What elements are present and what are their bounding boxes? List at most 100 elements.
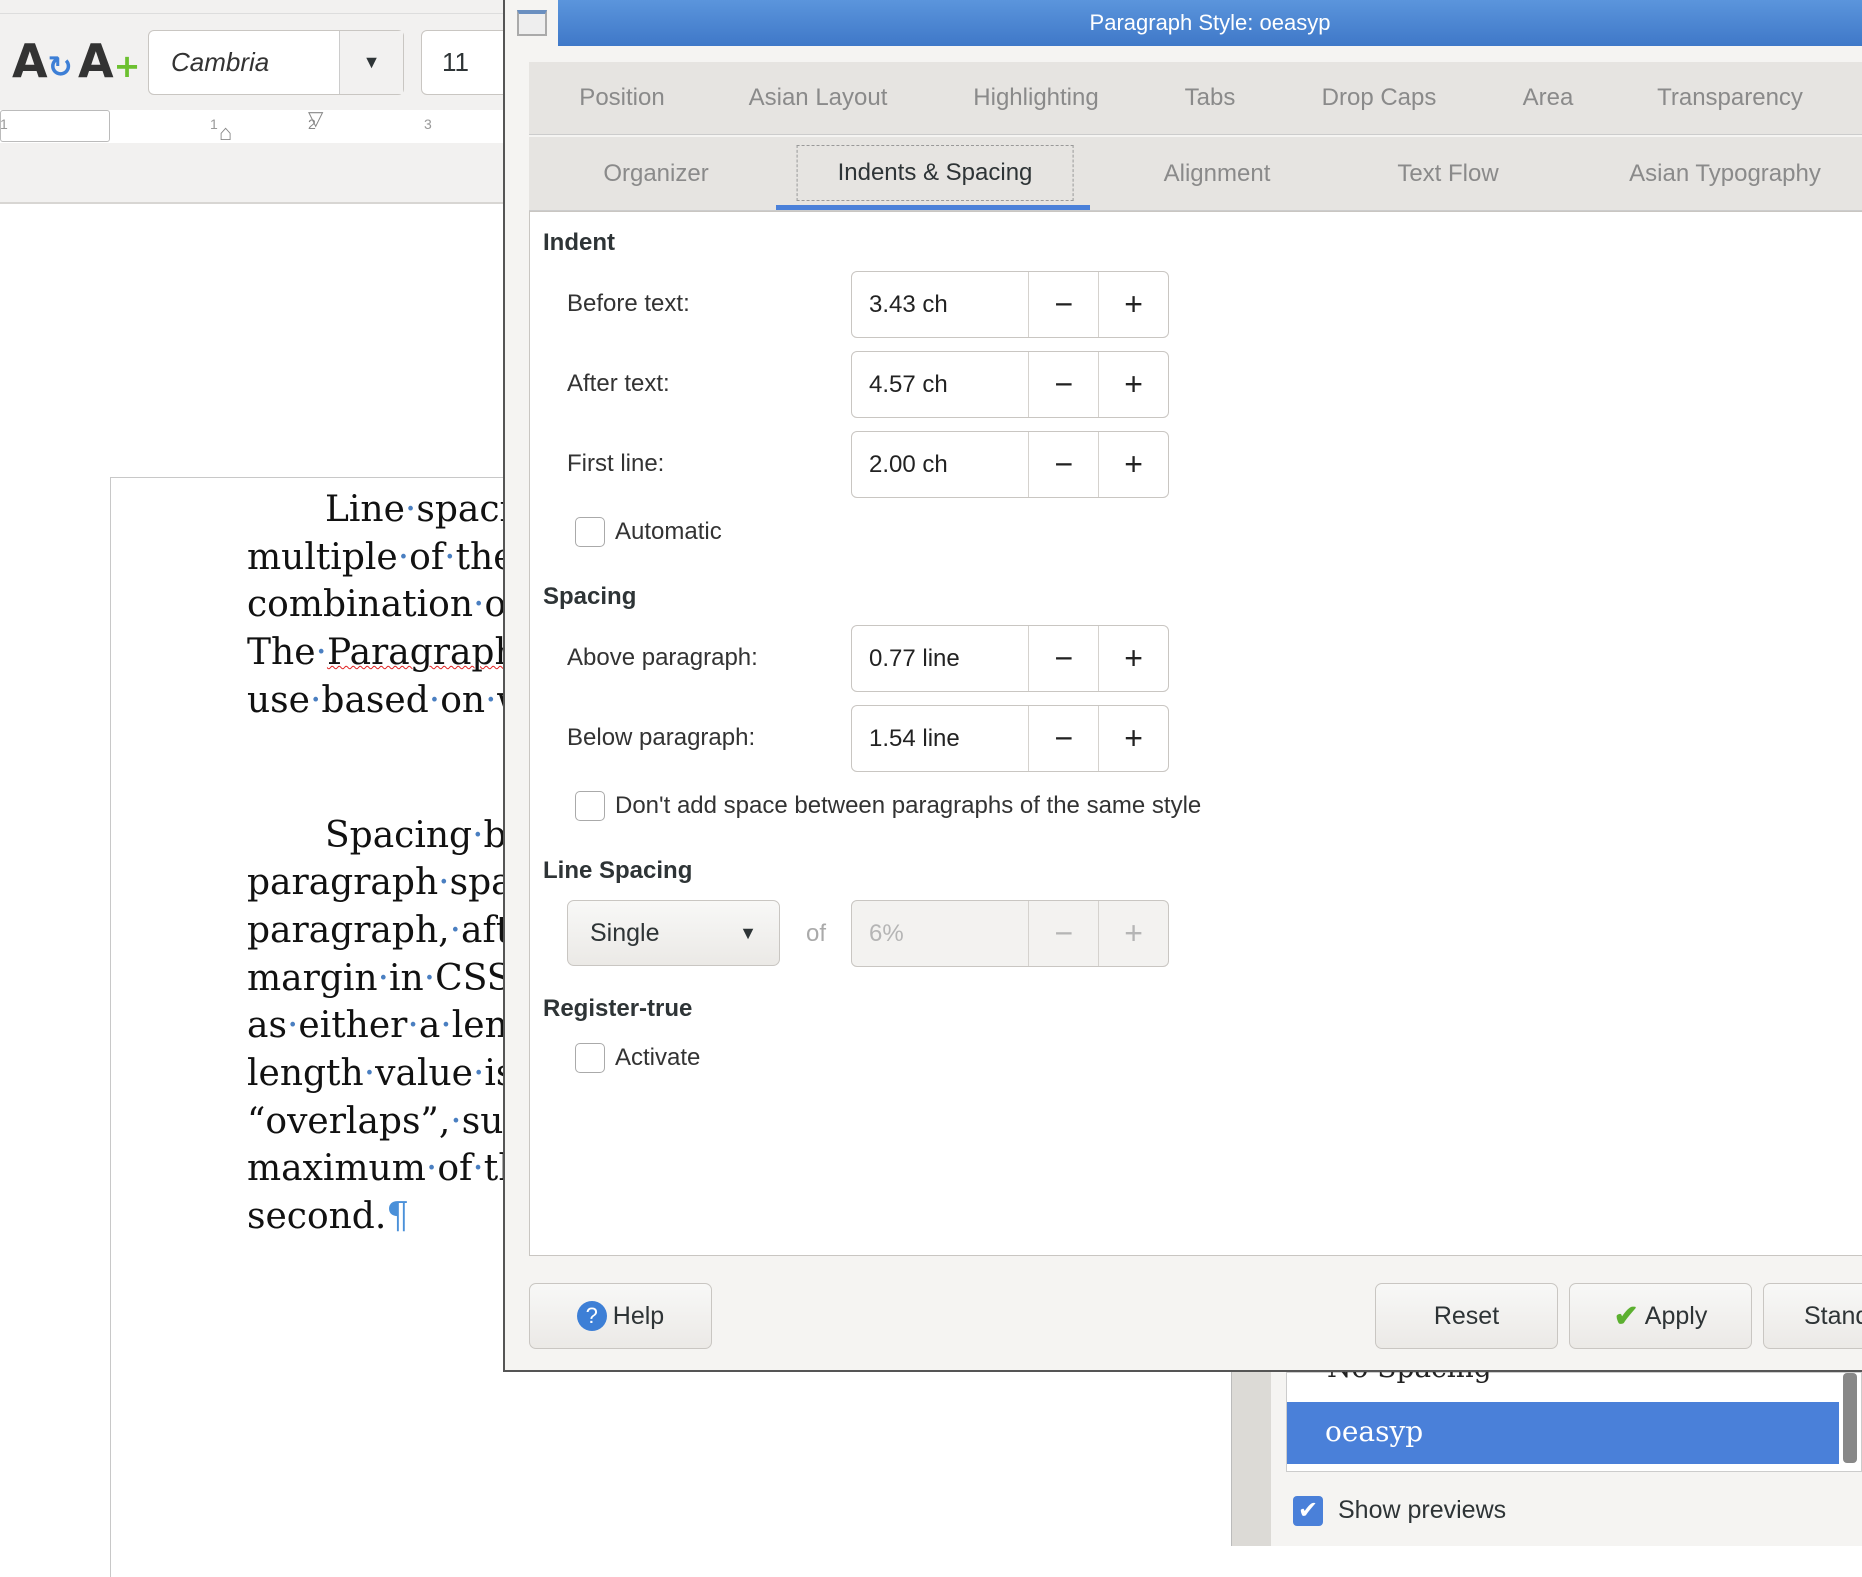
tab-tabs[interactable]: Tabs (1185, 62, 1236, 134)
left-indent-marker-icon[interactable]: ⌂ (219, 120, 232, 146)
paragraph-style-dialog: Paragraph Style: oeasyp Position Asian L… (503, 0, 1862, 1372)
tab-row-1: Position Asian Layout Highlighting Tabs … (529, 62, 1862, 135)
first-line-label: First line: (567, 450, 665, 477)
reset-label: Reset (1433, 1301, 1500, 1330)
activate-label: Activate (615, 1044, 701, 1071)
styles-list[interactable]: No Spacing oeasyp (1286, 1351, 1862, 1472)
font-name-value[interactable]: Cambria (149, 47, 339, 78)
show-previews-checkbox[interactable]: ✔ (1293, 1496, 1323, 1526)
document-line[interactable]: margin·in·CSS.· (247, 958, 503, 999)
chevron-down-icon: ▼ (739, 922, 757, 943)
dont-add-space-checkbox[interactable] (575, 791, 605, 821)
document-line[interactable]: Spacing·be (325, 815, 503, 856)
above-paragraph-label: Above paragraph: (567, 644, 758, 671)
tab-transparency[interactable]: Transparency (1657, 62, 1803, 134)
indents-spacing-panel: Indent Before text: 3.43 ch − + After text… (529, 211, 1862, 1256)
first-line-input[interactable]: 2.00 ch (852, 432, 1028, 497)
style-item-oeasyp[interactable]: oeasyp (1287, 1402, 1839, 1464)
chevron-down-icon[interactable]: ▼ (339, 31, 403, 94)
after-text-input[interactable]: 4.57 ch (852, 352, 1028, 417)
minus-icon[interactable]: − (1028, 352, 1098, 417)
active-tab-underline (776, 205, 1090, 210)
help-icon: ? (576, 1301, 607, 1331)
document-line[interactable]: “overlaps”,·suc (247, 1101, 503, 1142)
after-text-label: After text: (567, 370, 670, 397)
above-paragraph-spinbox[interactable]: 0.77 line − + (851, 625, 1169, 692)
tab-alignment[interactable]: Alignment (1164, 137, 1271, 210)
below-paragraph-input[interactable]: 1.54 line (852, 706, 1028, 771)
plus-icon[interactable]: + (1098, 432, 1168, 497)
indent-heading: Indent (543, 229, 615, 256)
automatic-checkbox[interactable] (575, 517, 605, 547)
plus-icon[interactable]: + (1098, 706, 1168, 771)
font-name-combo[interactable]: Cambria ▼ (148, 30, 404, 95)
tab-area[interactable]: Area (1523, 62, 1574, 134)
line-spacing-heading: Line Spacing (543, 857, 693, 884)
below-paragraph-spinbox[interactable]: 1.54 line − + (851, 705, 1169, 772)
tab-drop-caps[interactable]: Drop Caps (1322, 62, 1437, 134)
ruler-margin (0, 110, 110, 142)
checkmark-icon: ✔ (1613, 1299, 1639, 1333)
register-true-heading: Register-true (543, 995, 693, 1022)
minus-icon[interactable]: − (1028, 272, 1098, 337)
document-line[interactable]: paragraph,·afte (247, 910, 503, 951)
font-size-value[interactable]: 11 (442, 47, 469, 78)
line-spacing-value-input: 6% (869, 919, 904, 947)
update-style-icon[interactable]: A↻ (12, 34, 73, 88)
ruler[interactable]: 1 1 2 3 ⌂ ▽ (0, 108, 503, 146)
tab-asian-layout[interactable]: Asian Layout (749, 62, 888, 134)
of-label: of (806, 920, 827, 947)
plus-icon[interactable]: + (1098, 626, 1168, 691)
plus-icon[interactable]: + (1098, 272, 1168, 337)
styles-panel: No Spacing oeasyp ✔ Show previews (1271, 1351, 1862, 1546)
tab-organizer[interactable]: Organizer (603, 137, 708, 210)
tab-position[interactable]: Position (579, 62, 664, 134)
top-toolbar-row (0, 0, 503, 14)
after-text-spinbox[interactable]: 4.57 ch − + (851, 351, 1169, 418)
styles-list-scrollbar[interactable] (1843, 1373, 1857, 1463)
ruler-label: 3 (424, 116, 432, 132)
tab-highlighting[interactable]: Highlighting (973, 62, 1098, 134)
plus-icon[interactable]: + (1098, 352, 1168, 417)
apply-button[interactable]: ✔ Apply (1569, 1283, 1752, 1349)
document-line[interactable]: use·based·on·w (247, 680, 503, 721)
ruler-label: 1 (0, 116, 8, 132)
tab-asian-typography[interactable]: Asian Typography (1629, 137, 1821, 210)
formatting-toolbar: A↻ A+ Cambria ▼ 11 1 1 2 3 ⌂ ▽ (0, 0, 521, 204)
document-line[interactable]: maximum·of·th (247, 1148, 503, 1189)
document-line[interactable]: Line·spaci (325, 489, 503, 530)
above-paragraph-input[interactable]: 0.77 line (852, 626, 1028, 691)
show-previews-label: Show previews (1338, 1496, 1507, 1524)
before-text-spinbox[interactable]: 3.43 ch − + (851, 271, 1169, 338)
activate-checkbox[interactable] (575, 1043, 605, 1073)
document-line[interactable]: paragraph·spa (247, 862, 503, 903)
new-style-icon[interactable]: A+ (78, 34, 140, 88)
tab-indents-spacing[interactable]: Indents & Spacing (796, 145, 1074, 201)
document-line[interactable]: as·either·a·leng (247, 1005, 503, 1046)
minus-icon: − (1028, 901, 1098, 966)
window-menu-icon[interactable] (517, 10, 547, 36)
apply-label: Apply (1644, 1301, 1708, 1330)
spacing-heading: Spacing (543, 583, 637, 610)
reset-button[interactable]: Reset (1375, 1283, 1558, 1349)
first-line-spinbox[interactable]: 2.00 ch − + (851, 431, 1169, 498)
tab-row-2: Organizer Indents & Spacing Alignment Te… (529, 137, 1862, 211)
document-line[interactable]: multiple·of·the (247, 537, 503, 578)
minus-icon[interactable]: − (1028, 432, 1098, 497)
first-line-indent-marker-icon[interactable]: ▽ (308, 106, 323, 131)
document-line[interactable]: The·Paragraph (247, 632, 503, 673)
dont-add-space-label: Don't add space between paragraphs of th… (615, 792, 1202, 819)
line-spacing-dropdown[interactable]: Single ▼ (567, 900, 780, 966)
document-line[interactable]: combination·o (247, 584, 503, 625)
before-text-input[interactable]: 3.43 ch (852, 272, 1028, 337)
minus-icon[interactable]: − (1028, 706, 1098, 771)
document-line[interactable]: length·value·is (247, 1053, 503, 1094)
tab-text-flow[interactable]: Text Flow (1397, 137, 1498, 210)
before-text-label: Before text: (567, 290, 690, 317)
standard-label: Stand (1804, 1301, 1862, 1330)
plus-icon: + (1098, 901, 1168, 966)
minus-icon[interactable]: − (1028, 626, 1098, 691)
help-button[interactable]: ? Help (529, 1283, 712, 1349)
document-line[interactable]: second.¶ (247, 1196, 409, 1237)
standard-button[interactable]: Stand (1763, 1283, 1862, 1349)
